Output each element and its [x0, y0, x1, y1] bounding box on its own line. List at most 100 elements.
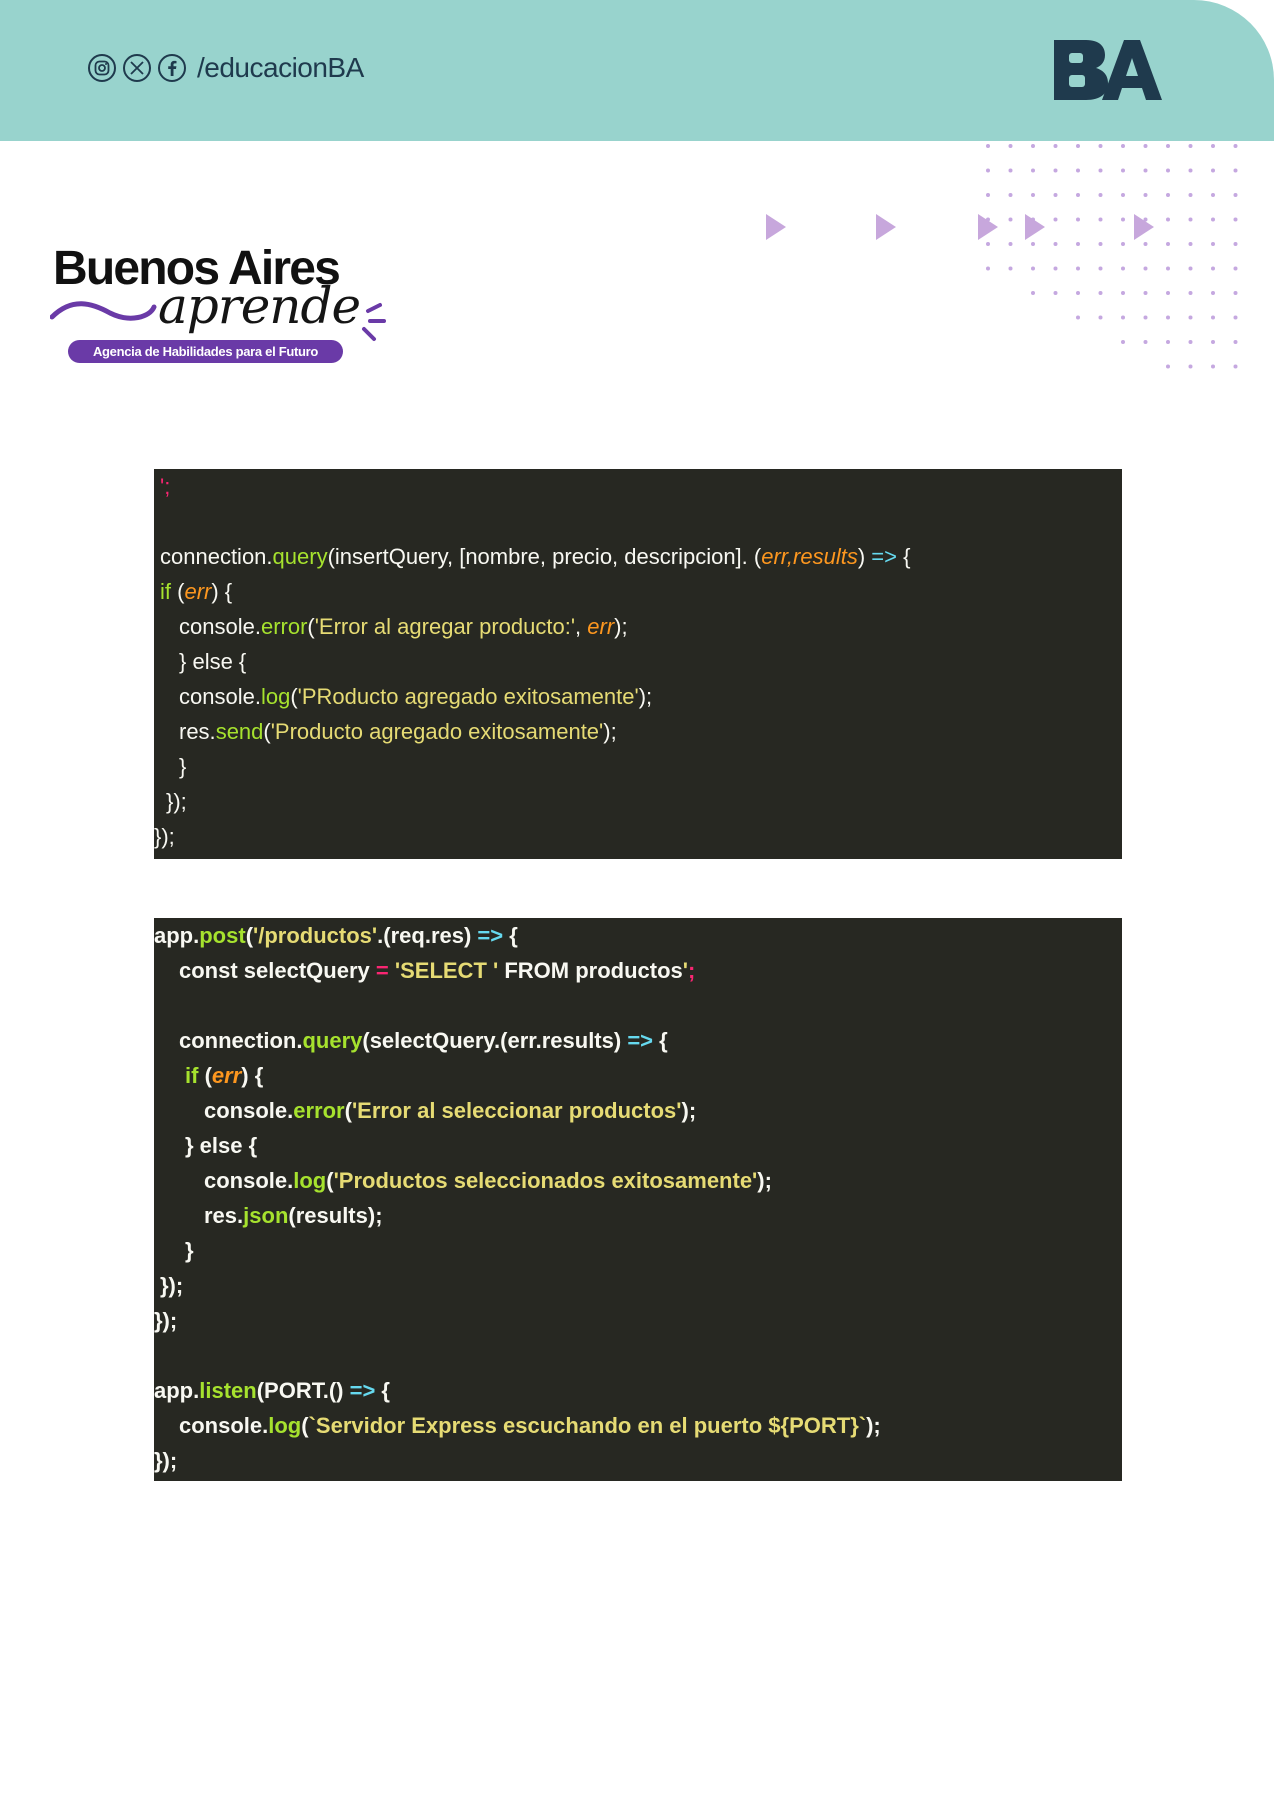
- code-block-select: app.post('/productos'.(req.res) => { con…: [154, 918, 1122, 1481]
- decorative-dot: [1031, 266, 1035, 271]
- decorative-dot: [1121, 340, 1125, 344]
- decorative-dot: [1143, 266, 1148, 271]
- code-line: res.json(results);: [204, 1203, 383, 1228]
- decorative-dot: [1233, 193, 1238, 197]
- decorative-dot: [1233, 266, 1238, 271]
- decorative-dot: [1166, 242, 1170, 246]
- decorative-dot: [1166, 340, 1170, 344]
- code-line: console.log('Productos seleccionados exi…: [204, 1168, 772, 1193]
- decorative-dot: [1211, 291, 1215, 295]
- code-line: connection.query(selectQuery.(err.result…: [179, 1028, 668, 1053]
- decorative-dot: [1166, 291, 1170, 295]
- decorative-dot: [1233, 364, 1238, 369]
- code-line: if (err) {: [185, 1063, 264, 1088]
- decorative-dot: [1031, 291, 1035, 295]
- decorative-dot: [1211, 242, 1215, 246]
- code-line: });: [154, 824, 175, 849]
- decorative-dot: [1211, 266, 1215, 271]
- decorative-dot: [1233, 144, 1238, 148]
- play-arrow-icon: [766, 214, 786, 240]
- decorative-dot: [1076, 193, 1080, 197]
- decorative-dot: [1098, 144, 1103, 148]
- decorative-dot: [1143, 144, 1148, 148]
- logo-script: aprende: [158, 277, 361, 335]
- social-links: /educacionBA: [88, 52, 364, 84]
- decorative-dot: [1098, 291, 1103, 295]
- decorative-dot: [1233, 242, 1238, 246]
- code-line: } else {: [185, 1133, 258, 1158]
- decorative-dot: [1143, 315, 1148, 320]
- decorative-dot: [1211, 144, 1215, 148]
- code-line: app.listen(PORT.() => {: [154, 1378, 390, 1403]
- decorative-dot: [986, 266, 990, 271]
- decorative-dot: [1233, 291, 1238, 295]
- play-arrow-icon: [1025, 214, 1045, 240]
- decorative-dot: [1211, 315, 1215, 320]
- decorative-dot: [1211, 193, 1215, 197]
- code-line: });: [154, 1308, 178, 1333]
- code-line: res.send('Producto agregado exitosamente…: [179, 719, 617, 744]
- social-handle[interactable]: /educacionBA: [197, 52, 364, 84]
- decorative-dot: [1166, 168, 1170, 173]
- decorative-dot: [1166, 364, 1170, 369]
- decorative-dot: [1143, 193, 1148, 197]
- decorative-dot: [1188, 266, 1193, 271]
- decorative-dot: [1098, 315, 1103, 320]
- decorative-dot: [1121, 168, 1125, 173]
- code-line: }: [185, 1238, 194, 1263]
- decorative-dot: [1188, 217, 1193, 222]
- decorative-dot: [1143, 168, 1148, 173]
- decorative-dot: [1121, 315, 1125, 320]
- decorative-dot: [1188, 315, 1193, 320]
- code-line: }: [179, 754, 187, 779]
- decorative-dot: [1076, 291, 1080, 295]
- code-line: });: [160, 1273, 184, 1298]
- decorative-dot: [1166, 193, 1170, 197]
- code-line: connection.query(insertQuery, [nombre, p…: [160, 544, 911, 569]
- decorative-dot: [1233, 315, 1238, 320]
- instagram-icon[interactable]: [88, 54, 116, 82]
- decorative-dot: [1053, 193, 1058, 197]
- code-line: ';: [160, 474, 171, 499]
- decorative-dot: [1188, 291, 1193, 295]
- logo-tagline: Agencia de Habilidades para el Futuro: [68, 340, 343, 363]
- decorative-dot: [986, 144, 990, 148]
- decorative-arrows: [766, 214, 1154, 240]
- decorative-dot: [1053, 291, 1058, 295]
- decorative-dot: [1008, 144, 1013, 148]
- decorative-dot: [1233, 217, 1238, 222]
- header-band: /educacionBA: [0, 0, 1274, 141]
- ba-logo: [1054, 40, 1162, 100]
- decorative-dot: [1121, 266, 1125, 271]
- decorative-dot: [1121, 144, 1125, 148]
- code-block-insert: '; connection.query(insertQuery, [nombre…: [154, 469, 1122, 859]
- decorative-dot: [1188, 193, 1193, 197]
- x-icon[interactable]: [123, 54, 151, 82]
- decorative-dot: [1121, 291, 1125, 295]
- buenos-aires-aprende-logo: Buenos Aires aprende Agencia de Habilida…: [50, 245, 390, 370]
- decorative-dot: [1076, 144, 1080, 148]
- code-line: console.error('Error al seleccionar prod…: [204, 1098, 697, 1123]
- code-line: } else {: [179, 649, 247, 674]
- decorative-dot: [1031, 144, 1035, 148]
- play-arrow-icon: [876, 214, 896, 240]
- decorative-dot: [1053, 266, 1058, 271]
- code-line: if (err) {: [160, 579, 233, 604]
- decorative-dot: [1188, 340, 1193, 344]
- decorative-dot: [1031, 193, 1035, 197]
- decorative-dot: [1098, 193, 1103, 197]
- code-line: console.error('Error al agregar producto…: [179, 614, 628, 639]
- decorative-dot: [986, 193, 990, 197]
- decorative-dot: [1188, 144, 1193, 148]
- decorative-dot-grid: [986, 144, 1238, 369]
- decorative-dot: [1211, 340, 1215, 344]
- decorative-dot: [1143, 340, 1148, 344]
- decorative-dot: [1188, 168, 1193, 173]
- decorative-dot: [986, 168, 990, 173]
- decorative-dot: [1098, 168, 1103, 173]
- decorative-dot: [1053, 144, 1058, 148]
- facebook-icon[interactable]: [158, 54, 186, 82]
- decorative-dot: [1211, 168, 1215, 173]
- code-line: });: [154, 1448, 178, 1473]
- code-line: app.post('/productos'.(req.res) => {: [154, 923, 518, 948]
